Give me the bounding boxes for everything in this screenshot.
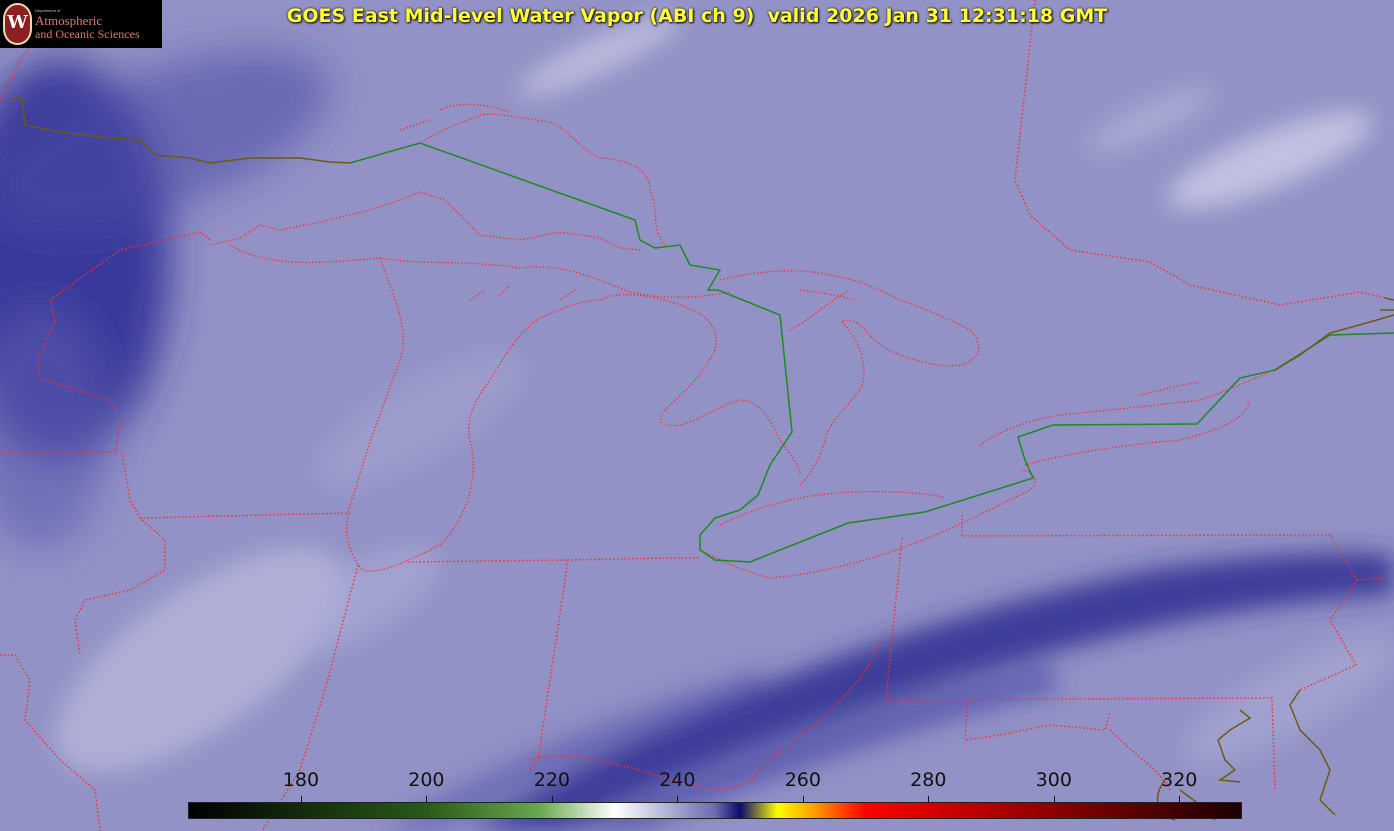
colorbar-tick-label: 180 [282, 769, 320, 791]
colorbar-tick-label: 240 [659, 769, 696, 791]
colorbar-tick-label: 280 [910, 769, 947, 791]
colorbar-tick-label: 200 [408, 769, 445, 791]
temperature-colorbar [188, 802, 1242, 819]
logo-line-2: and Oceanic Sciences [35, 27, 140, 41]
water-vapor-map [0, 0, 1394, 831]
colorbar-tick-label: 220 [533, 769, 570, 791]
colorbar-tick-label: 260 [784, 769, 821, 791]
colorbar-tick-label: 320 [1161, 769, 1198, 791]
map-title: GOES East Mid-level Water Vapor (ABI ch … [286, 5, 1108, 27]
colorbar-tick-label: 300 [1035, 769, 1072, 791]
